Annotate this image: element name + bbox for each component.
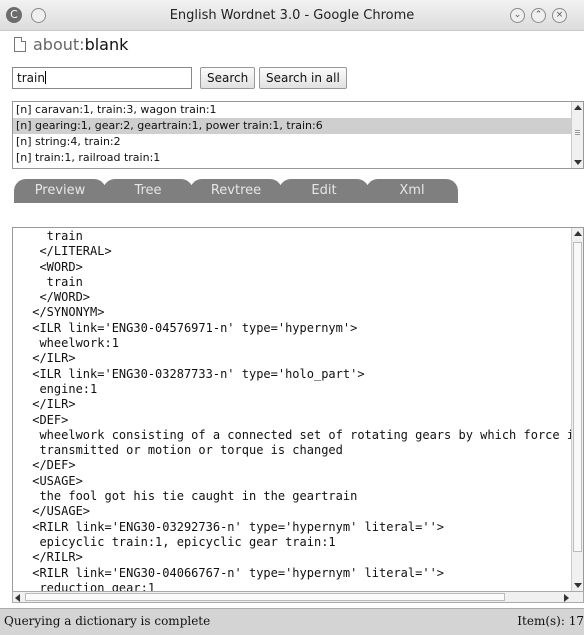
scroll-right-arrow-icon[interactable]: [564, 594, 569, 602]
xml-line: engine:1: [25, 381, 98, 396]
scroll-up-arrow-icon[interactable]: [574, 231, 582, 236]
result-item[interactable]: [n] string:4, train:2: [13, 134, 583, 150]
results-scrollbar[interactable]: [571, 102, 583, 168]
address-bar[interactable]: about:blank: [0, 31, 584, 59]
scroll-up-arrow-icon[interactable]: [574, 105, 582, 110]
window-title: English Wordnet 3.0 - Google Chrome: [169, 8, 415, 23]
xml-line: the fool got his tie caught in the geart…: [25, 489, 358, 504]
horizontal-scroll-thumb[interactable]: [25, 593, 505, 601]
xml-line: </LITERAL>: [25, 244, 112, 259]
xml-scrollbar[interactable]: [571, 228, 583, 591]
xml-line: </SYNONYM>: [25, 305, 105, 320]
xml-line: <DEF>: [25, 412, 69, 427]
tab-revtree[interactable]: Revtree: [190, 179, 282, 203]
scroll-grip-icon: [575, 130, 580, 131]
scroll-down-arrow-icon[interactable]: [574, 583, 582, 588]
xml-line: </USAGE>: [25, 504, 91, 519]
xml-line: epicyclic train:1, epicyclic gear train:…: [25, 534, 336, 549]
xml-line: transmitted or motion or torque is chang…: [25, 443, 343, 458]
scroll-thumb[interactable]: [573, 242, 582, 552]
tab-xml[interactable]: Xml: [366, 179, 458, 203]
scroll-left-arrow-icon[interactable]: [15, 594, 20, 602]
maximize-button[interactable]: ⌃: [531, 8, 546, 23]
status-message: Querying a dictionary is complete: [4, 614, 211, 628]
close-button[interactable]: ×: [552, 8, 567, 23]
result-item[interactable]: [n] train:1, railroad train:1: [13, 150, 583, 166]
search-button[interactable]: Search: [200, 67, 256, 89]
url-text[interactable]: about:blank: [33, 35, 128, 54]
scroll-down-arrow-icon[interactable]: [574, 160, 582, 165]
url-prefix: about:: [33, 35, 85, 54]
xml-line: </RILR>: [25, 550, 83, 565]
search-in-all-button[interactable]: Search in all: [259, 67, 347, 89]
text-cursor: [44, 71, 46, 84]
xml-line: wheelwork:1: [25, 336, 119, 351]
minimize-button[interactable]: ⌄: [510, 8, 525, 23]
xml-line: wheelwork consisting of a connected set …: [25, 427, 582, 442]
result-item-selected[interactable]: [n] gearing:1, gear:2, geartrain:1, powe…: [13, 118, 583, 134]
xml-view[interactable]: train </LITERAL> <WORD> train </WORD> </…: [12, 227, 584, 592]
xml-line: </ILR>: [25, 397, 76, 412]
xml-content: train </LITERAL> <WORD> train </WORD> </…: [25, 229, 582, 591]
results-list[interactable]: [n] caravan:1, train:3, wagon train:1 [n…: [12, 101, 584, 169]
xml-line: train: [25, 274, 83, 289]
search-input[interactable]: train: [12, 67, 192, 89]
tab-edit[interactable]: Edit: [279, 179, 369, 203]
tab-preview[interactable]: Preview: [14, 179, 106, 203]
xml-line: <RILR link='ENG30-03292736-n' type='hype…: [25, 519, 445, 534]
status-bar: Querying a dictionary is complete Item(s…: [0, 608, 584, 635]
xml-line: </ILR>: [25, 351, 76, 366]
xml-line: </DEF>: [25, 458, 76, 473]
xml-line: <ILR link='ENG30-04576971-n' type='hyper…: [25, 320, 358, 335]
tab-tree[interactable]: Tree: [103, 179, 193, 203]
xml-line: <WORD>: [25, 259, 83, 274]
xml-horizontal-scrollbar[interactable]: [12, 591, 584, 603]
search-value: train: [17, 71, 45, 85]
window-titlebar: C English Wordnet 3.0 - Google Chrome ⌄ …: [0, 0, 584, 31]
xml-line: <RILR link='ENG30-04066767-n' type='hype…: [25, 565, 445, 580]
page-icon: [14, 37, 26, 52]
url-page: blank: [84, 35, 129, 54]
xml-line: </WORD>: [25, 290, 91, 305]
result-item[interactable]: [n] caravan:1, train:3, wagon train:1: [13, 102, 583, 118]
xml-line: <USAGE>: [25, 473, 83, 488]
xml-line: <ILR link='ENG30-03287733-n' type='holo_…: [25, 366, 365, 381]
xml-line: train: [25, 229, 83, 243]
item-count: Item(s): 17: [517, 614, 584, 628]
